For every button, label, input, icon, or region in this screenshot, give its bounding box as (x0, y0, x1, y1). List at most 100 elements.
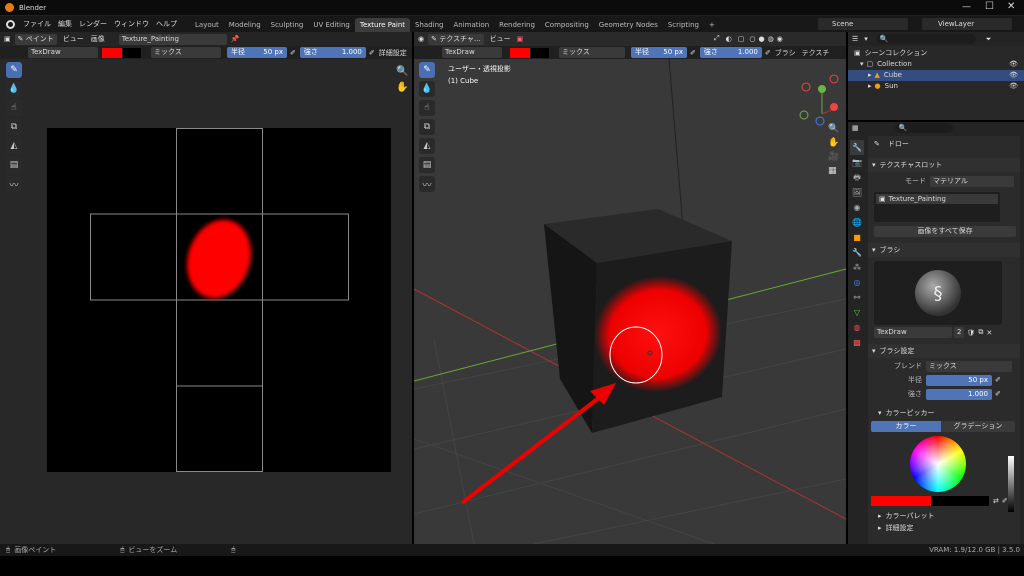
soften-tool-icon[interactable]: 💧 (6, 81, 22, 97)
strength-pressure-icon[interactable]: ✐ (995, 390, 1001, 398)
zoom-icon[interactable]: 🔍 (396, 66, 408, 77)
texture-mask-icon[interactable]: ▣ (517, 35, 524, 43)
viewport-secondary-color-swatch[interactable] (531, 47, 549, 58)
camera-view-icon[interactable]: 🎥 (828, 152, 839, 162)
sun-row[interactable]: ▸ ● Sun 👁 (854, 81, 1024, 92)
fill-tool-icon[interactable]: ◭ (6, 138, 22, 154)
tab-rendering[interactable]: Rendering (494, 18, 540, 32)
outliner-type-icon[interactable]: ☰ (852, 35, 858, 43)
unlink-brush-icon[interactable]: ✕ (986, 329, 992, 337)
primary-color-swatch[interactable] (871, 496, 931, 506)
pin-icon[interactable]: 📌 (231, 35, 240, 43)
brush-settings-panel-header[interactable]: ▾ ブラシ設定 (868, 344, 1020, 358)
viewport-pressure-icon[interactable]: ✐ (690, 49, 696, 57)
uv-canvas[interactable] (47, 128, 391, 472)
texture-mode-dropdown[interactable]: マテリアル (930, 175, 1014, 187)
menu-image[interactable]: 画像 (91, 34, 105, 44)
viewport-pressure-icon-2[interactable]: ✐ (765, 49, 771, 57)
color-pressure-icon[interactable]: ✐ (1002, 497, 1008, 505)
color-tab[interactable]: カラー (871, 421, 941, 432)
texture-slots-panel-header[interactable]: ▾ テクスチャスロット (868, 158, 1020, 172)
properties-search-input[interactable]: 🔍 (894, 123, 953, 133)
advanced-panel-header[interactable]: ▸ 詳細設定 (868, 522, 1020, 534)
secondary-color-swatch-prop[interactable] (931, 496, 989, 506)
collection-row[interactable]: ▾ ▢ Collection 👁 (854, 59, 1024, 70)
filter-icon[interactable]: ⏷ (986, 35, 992, 44)
physics-tab-icon[interactable]: ◎ (850, 275, 864, 290)
constraints-tab-icon[interactable]: ⚯ (850, 290, 864, 305)
smear-tool-icon[interactable]: ☝ (6, 100, 22, 116)
tab-compositing[interactable]: Compositing (540, 18, 594, 32)
brushes-panel-header[interactable]: ▾ ブラシ (868, 243, 1020, 257)
sun-visibility-icon[interactable]: 👁 (1009, 81, 1018, 92)
close-window-button[interactable]: ✕ (1007, 1, 1015, 12)
gizmo-toggle-icon[interactable]: ⤢ (714, 34, 720, 43)
viewport-brush-selector[interactable]: TexDraw (442, 47, 502, 58)
brush-preview[interactable]: § (874, 261, 1002, 325)
output-tab-icon[interactable]: 🖶 (850, 170, 864, 185)
image-datablock[interactable]: Texture_Painting (118, 33, 227, 45)
material-tab-icon[interactable]: ◍ (850, 320, 864, 335)
draw-tool-icon[interactable]: ✎ (6, 62, 22, 78)
viewport-radius-slider[interactable]: 半径 50 px (631, 47, 687, 58)
texture-paint-mode-dropdown[interactable]: ✎ テクスチャ... (428, 33, 484, 45)
viewport-pan-icon[interactable]: ✋ (828, 138, 839, 148)
brush-selector[interactable]: TexDraw (28, 47, 98, 58)
blend-dropdown[interactable]: ミックス (151, 47, 221, 58)
blender-menu-icon[interactable] (6, 19, 15, 29)
scene-collection-row[interactable]: ▣ シーンコレクション (854, 48, 1024, 59)
menu-render[interactable]: レンダー (79, 19, 107, 29)
brush-users-count[interactable]: 2 (954, 327, 965, 338)
modifier-tab-icon[interactable]: 🔧 (850, 245, 864, 260)
xray-icon[interactable]: ▢ (738, 35, 745, 43)
tab-scripting[interactable]: Scripting (663, 18, 704, 32)
detail-settings-dropdown[interactable]: 詳細設定 (379, 48, 407, 58)
scene-selector[interactable]: Scene (818, 18, 908, 30)
value-slider[interactable] (1008, 456, 1014, 512)
mask-tool-icon[interactable]: ▤ (6, 157, 22, 173)
viewport-fill-tool-icon[interactable]: ◭ (419, 138, 435, 154)
render-tab-icon[interactable]: 📷 (850, 155, 864, 170)
color-picker-panel-header[interactable]: ▾ カラーピッカー (868, 406, 1020, 419)
viewport-blend-dropdown[interactable]: ミックス (559, 47, 625, 58)
overlay-toggle-icon[interactable]: ◐ (726, 35, 732, 43)
tab-texture-paint[interactable]: Texture Paint (354, 18, 411, 32)
pressure-icon[interactable]: ✐ (290, 49, 296, 57)
tab-geometry-nodes[interactable]: Geometry Nodes (594, 18, 663, 32)
menu-help[interactable]: ヘルプ (156, 19, 177, 29)
radius-slider[interactable]: 半径 50 px (227, 47, 287, 58)
pressure-icon-2[interactable]: ✐ (369, 49, 375, 57)
gradient-tab[interactable]: グラデーション (941, 421, 1015, 432)
viewport-strength-slider[interactable]: 強さ 1.000 (699, 47, 762, 58)
menu-file[interactable]: ファイル (23, 19, 51, 29)
viewport-texture-menu[interactable]: テクスチ (802, 48, 830, 58)
color-swatch[interactable] (102, 47, 122, 58)
color-palette-panel-header[interactable]: ▸ カラーパレット (868, 510, 1020, 522)
data-tab-icon[interactable]: ▽ (850, 305, 864, 320)
tab-uv-editing[interactable]: UV Editing (308, 18, 355, 32)
menu-window[interactable]: ウィンドウ (114, 19, 149, 29)
cube-visibility-icon[interactable]: 👁 (1009, 70, 1018, 81)
menu-edit[interactable]: 編集 (58, 19, 72, 29)
swap-colors-icon[interactable]: ⇄ (993, 497, 999, 505)
viewport-zoom-icon[interactable]: 🔍 (828, 124, 839, 134)
viewport-annotate-tool-icon[interactable]: 〰 (419, 176, 435, 192)
perspective-toggle-icon[interactable]: ▦ (828, 166, 839, 176)
properties-type-icon[interactable]: ▦ (852, 124, 859, 132)
strength-slider[interactable]: 強さ 1.000 (299, 47, 366, 58)
viewport-draw-tool-icon[interactable]: ✎ (419, 62, 435, 78)
color-wheel[interactable] (910, 436, 966, 492)
cube-row[interactable]: ▸ ▲ Cube 👁 (848, 70, 1024, 81)
radius-pressure-icon[interactable]: ✐ (995, 376, 1001, 384)
viewport-smear-tool-icon[interactable]: ☝ (419, 100, 435, 116)
tab-sculpting[interactable]: Sculpting (266, 18, 309, 32)
display-mode-icon[interactable]: ▾ (864, 35, 868, 43)
clone-tool-icon[interactable]: ⧉ (6, 119, 22, 135)
texture-tab-icon[interactable]: ▩ (850, 335, 864, 350)
view-layer-tab-icon[interactable]: 🖼 (850, 185, 864, 200)
paint-mode-dropdown[interactable]: ✎ ペイント (14, 33, 57, 45)
solid-shading-icon[interactable]: ● (758, 35, 764, 43)
duplicate-brush-icon[interactable]: ⧉ (978, 328, 983, 337)
brush-datablock-name[interactable]: TexDraw (874, 327, 952, 338)
annotate-tool-icon[interactable]: 〰 (6, 176, 22, 192)
